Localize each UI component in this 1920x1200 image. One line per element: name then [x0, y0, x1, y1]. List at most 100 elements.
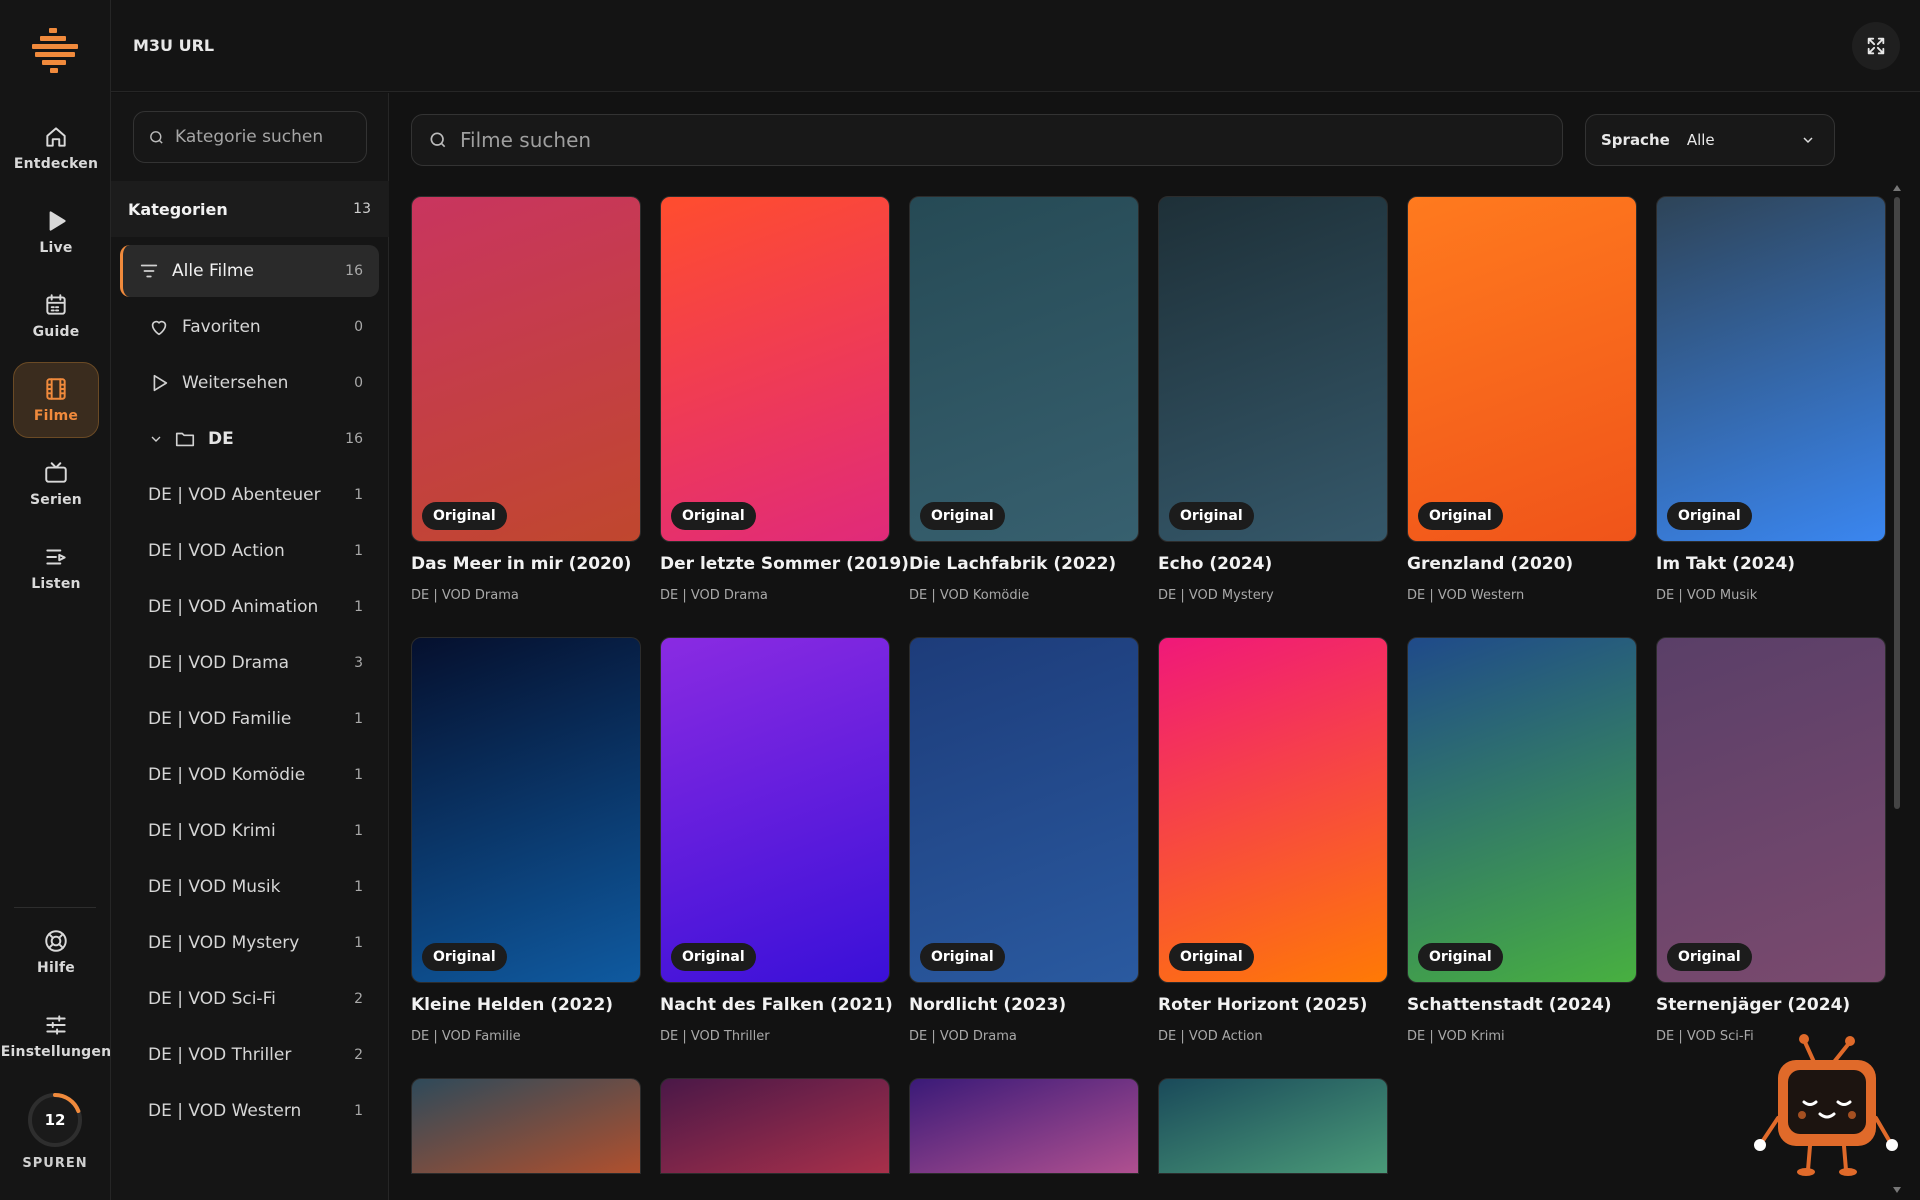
category-item[interactable]: DE | VOD Musik 1: [120, 861, 379, 913]
movie-card[interactable]: Original Das Meer in mir (2020) DE | VOD D…: [411, 196, 641, 603]
category-name: DE | VOD Familie: [148, 709, 292, 729]
movie-category: DE | VOD Thriller: [660, 1029, 770, 1044]
rail-label: Live: [39, 240, 73, 256]
movie-card[interactable]: Original Im Takt (2024) DE | VOD Musik: [1656, 196, 1886, 603]
category-item[interactable]: DE | VOD Familie 1: [120, 693, 379, 745]
movie-category: DE | VOD Krimi: [1407, 1029, 1505, 1044]
category-count: 16: [345, 263, 363, 279]
movie-poster[interactable]: Original: [1656, 637, 1886, 983]
scroll-down-arrow[interactable]: [1893, 1187, 1901, 1193]
movie-poster[interactable]: Original: [909, 637, 1139, 983]
movie-title: Roter Horizont (2025): [1158, 995, 1368, 1015]
rail-filme[interactable]: Filme: [13, 362, 99, 438]
movie-card[interactable]: Original Roter Horizont (2025) DE | VOD Ac…: [1158, 637, 1388, 1044]
tv-mascot[interactable]: [1752, 1030, 1900, 1180]
movie-poster[interactable]: Original: [1158, 196, 1388, 542]
play-icon: [49, 211, 66, 231]
scroll-up-arrow[interactable]: [1893, 185, 1901, 191]
category-count: 2: [354, 1047, 363, 1063]
category-item[interactable]: DE | VOD Komödie 1: [120, 749, 379, 801]
top-bar: M3U URL: [111, 0, 1920, 92]
category-item[interactable]: DE | VOD Mystery 1: [120, 917, 379, 969]
scroll-thumb[interactable]: [1894, 197, 1900, 809]
movie-card[interactable]: Original Schattenstadt (2024) DE | VOD Kri…: [1407, 637, 1637, 1044]
movie-poster[interactable]: Original: [909, 196, 1139, 542]
tv-icon: [45, 462, 67, 483]
category-search[interactable]: [133, 111, 367, 163]
search-icon: [150, 130, 163, 144]
movie-card[interactable]: Original Die Lachfabrik (2022) DE | VOD Ko…: [909, 196, 1139, 603]
movie-title: Die Lachfabrik (2022): [909, 554, 1117, 574]
category-count: 2: [354, 991, 363, 1007]
movie-category: DE | VOD Action: [1158, 1029, 1263, 1044]
movie-category: DE | VOD Komödie: [909, 588, 1030, 603]
app-logo[interactable]: [30, 26, 80, 76]
movie-card[interactable]: [1158, 1078, 1388, 1174]
category-item[interactable]: Weitersehen 0: [120, 357, 379, 409]
category-item[interactable]: DE | VOD Sci-Fi 2: [120, 973, 379, 1025]
movie-card[interactable]: Original Kleine Helden (2022) DE | VOD Fam…: [411, 637, 641, 1044]
film-search[interactable]: [411, 114, 1563, 166]
movie-title: Nordlicht (2023): [909, 995, 1067, 1015]
category-folder[interactable]: DE 16: [120, 413, 379, 465]
category-search-input[interactable]: [175, 127, 355, 147]
category-item[interactable]: DE | VOD Thriller 2: [120, 1029, 379, 1081]
movie-poster[interactable]: Original: [1158, 637, 1388, 983]
category-name: DE | VOD Musik: [148, 877, 281, 897]
category-item[interactable]: DE | VOD Action 1: [120, 525, 379, 577]
movie-card[interactable]: Original Nordlicht (2023) DE | VOD Drama: [909, 637, 1139, 1044]
rail-guide[interactable]: Guide: [13, 278, 99, 354]
rail-label: Listen: [31, 576, 81, 592]
rail-listen[interactable]: Listen: [13, 530, 99, 606]
movie-card[interactable]: [660, 1078, 890, 1174]
play-outline-icon: [153, 374, 168, 392]
rail-entdecken[interactable]: Entdecken: [13, 110, 99, 186]
movie-category: DE | VOD Familie: [411, 1029, 521, 1044]
film-search-input[interactable]: [460, 128, 1540, 152]
category-item[interactable]: DE | VOD Abenteuer 1: [120, 469, 379, 521]
movie-poster[interactable]: [1158, 1078, 1388, 1174]
movie-poster[interactable]: Original: [1656, 196, 1886, 542]
movie-card[interactable]: [411, 1078, 641, 1174]
language-label: Sprache: [1601, 131, 1670, 149]
movie-card[interactable]: Original Echo (2024) DE | VOD Mystery: [1158, 196, 1388, 603]
movie-card[interactable]: Original Nacht des Falken (2021) DE | VOD …: [660, 637, 893, 1044]
language-select[interactable]: Sprache Alle: [1585, 114, 1835, 166]
movie-poster[interactable]: Original: [660, 196, 890, 542]
category-item[interactable]: Favoriten 0: [120, 301, 379, 353]
rail-label: Guide: [32, 324, 80, 340]
category-name: Favoriten: [182, 317, 261, 337]
rail-einstellungen[interactable]: Einstellungen: [1, 998, 111, 1074]
movie-card[interactable]: [909, 1078, 1139, 1174]
movie-poster[interactable]: [909, 1078, 1139, 1174]
movie-poster[interactable]: Original: [411, 637, 641, 983]
category-count: 1: [354, 1103, 363, 1119]
movie-poster[interactable]: [660, 1078, 890, 1174]
category-item[interactable]: DE | VOD Drama 3: [120, 637, 379, 689]
list-icon: [46, 549, 66, 565]
search-icon: [430, 132, 446, 148]
category-item[interactable]: DE | VOD Western 1: [120, 1085, 379, 1137]
spuren-indicator[interactable]: 12 SPUREN: [10, 1092, 100, 1171]
category-item[interactable]: Alle Filme 16: [120, 245, 379, 297]
movie-card[interactable]: Original Grenzland (2020) DE | VOD Western: [1407, 196, 1637, 603]
chevron-down-icon[interactable]: [148, 431, 164, 447]
movie-poster[interactable]: Original: [1407, 637, 1637, 983]
original-badge: Original: [671, 943, 756, 971]
movie-poster[interactable]: Original: [411, 196, 641, 542]
category-item[interactable]: DE | VOD Krimi 1: [120, 805, 379, 857]
movie-poster[interactable]: Original: [660, 637, 890, 983]
category-name: DE | VOD Drama: [148, 653, 290, 673]
rail-hilfe[interactable]: Hilfe: [13, 914, 99, 990]
rail-serien[interactable]: Serien: [13, 446, 99, 522]
movie-poster[interactable]: Original: [1407, 196, 1637, 542]
movie-poster[interactable]: [411, 1078, 641, 1174]
category-item[interactable]: DE | VOD Animation 1: [120, 581, 379, 633]
movie-card[interactable]: Original Sternenjäger (2024) DE | VOD Sci-…: [1656, 637, 1886, 1044]
original-badge: Original: [1667, 502, 1752, 530]
rail-live[interactable]: Live: [13, 194, 99, 270]
chevron-down-icon: [1803, 137, 1813, 144]
spuren-ring: 12: [27, 1092, 83, 1148]
movie-card[interactable]: Original Der letzte Sommer (2019) DE | VOD…: [660, 196, 909, 603]
fullscreen-button[interactable]: [1852, 22, 1900, 70]
